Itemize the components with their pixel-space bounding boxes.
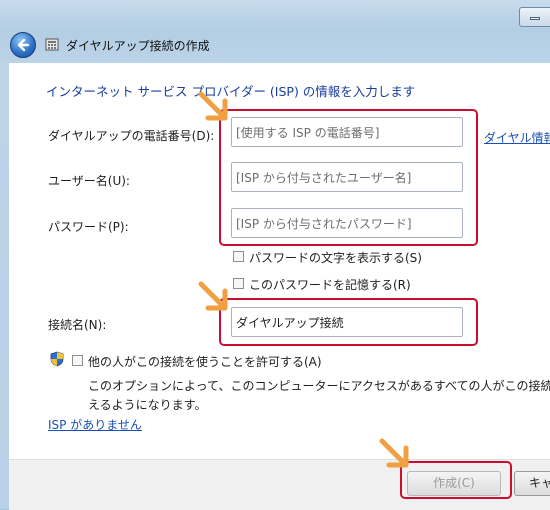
annotation-box-create-button [400, 461, 512, 499]
dialup-connection-icon [45, 38, 59, 51]
pointer-arrow-icon [379, 438, 409, 468]
annotation-box-credentials [219, 109, 478, 246]
pointer-arrow-icon [198, 91, 228, 121]
allow-others-description-line1: このオプションによって、このコンピューターにアクセスがあるすべての人がこの接続 [88, 379, 550, 393]
phone-label: ダイヤルアップの電話番号(D): [48, 129, 215, 143]
close-button[interactable] [519, 7, 550, 27]
minimize-icon [530, 17, 540, 20]
pointer-arrow-icon [198, 281, 228, 311]
wizard-content: インターネット サービス プロバイダー (ISP) の情報を入力します ダイヤル… [9, 63, 550, 459]
username-label: ユーザー名(U): [48, 174, 130, 188]
window-title: ダイヤルアップ接続の作成 [66, 39, 210, 53]
remember-password-label: このパスワードを記憶する(R) [249, 278, 411, 292]
no-isp-link[interactable]: ISP がありません [48, 416, 142, 433]
dialing-rules-link[interactable]: ダイヤル情報 [484, 129, 550, 146]
show-password-label: パスワードの文字を表示する(S) [249, 251, 422, 265]
back-button[interactable] [10, 32, 36, 58]
show-password-checkbox[interactable] [233, 251, 244, 262]
cancel-button[interactable]: キャ [514, 471, 550, 496]
back-arrow-icon [17, 38, 30, 52]
allow-others-label: 他の人がこの接続を使うことを許可する(A) [88, 355, 322, 369]
remember-password-checkbox[interactable] [233, 278, 244, 289]
shield-icon [50, 351, 64, 367]
connection-name-label: 接続名(N): [48, 318, 107, 332]
allow-others-description-line2: えるようになります。 [88, 398, 207, 412]
wizard-window: ダイヤルアップ接続の作成 インターネット サービス プロバイダー (ISP) の… [0, 0, 550, 510]
annotation-box-connection-name [219, 298, 478, 346]
password-label: パスワード(P): [48, 220, 129, 234]
allow-others-checkbox[interactable] [72, 355, 83, 366]
